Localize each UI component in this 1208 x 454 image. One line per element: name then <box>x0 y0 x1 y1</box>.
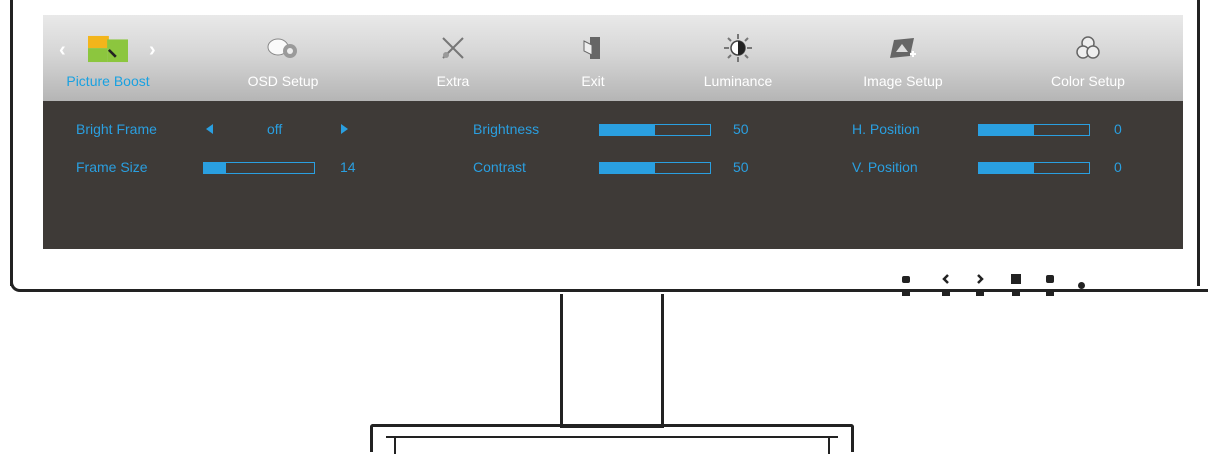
menu-label-color-setup: Color Setup <box>1051 73 1125 89</box>
monitor-stand-neck <box>560 294 664 428</box>
brightness-value: 50 <box>733 121 749 137</box>
color-setup-icon <box>1068 33 1108 63</box>
menu-button-icon[interactable] <box>1010 270 1022 300</box>
nav-right-icon[interactable]: › <box>149 39 156 62</box>
left-button-icon[interactable] <box>940 270 952 300</box>
menu-item-osd-setup[interactable]: OSD Setup <box>233 15 333 101</box>
frame-size-value: 14 <box>340 159 356 175</box>
monitor-bezel-right <box>1197 0 1200 286</box>
menu-label-image-setup: Image Setup <box>863 73 943 89</box>
monitor-bezel-left <box>10 0 13 286</box>
monitor-stand-foot <box>386 436 838 454</box>
power-led-icon <box>1078 282 1085 289</box>
h-position-label: H. Position <box>852 121 920 137</box>
bright-frame-label: Bright Frame <box>76 121 157 137</box>
osd-setup-icon <box>263 33 303 63</box>
h-position-value: 0 <box>1114 121 1122 137</box>
menu-item-extra[interactable]: Extra <box>413 15 493 101</box>
contrast-value: 50 <box>733 159 749 175</box>
menu-label-picture-boost: Picture Boost <box>66 73 150 89</box>
osd-menu-bar: ‹ › Picture Boost OSD Setup Extra Exit L… <box>43 15 1183 101</box>
menu-item-exit[interactable]: Exit <box>553 15 633 101</box>
menu-item-color-setup[interactable]: Color Setup <box>1033 15 1143 101</box>
luminance-icon <box>718 33 758 63</box>
menu-item-picture-boost[interactable]: ‹ › Picture Boost <box>53 15 163 101</box>
menu-label-luminance: Luminance <box>703 73 773 89</box>
v-position-label: V. Position <box>852 159 918 175</box>
exit-icon <box>573 33 613 63</box>
contrast-slider[interactable] <box>599 162 711 174</box>
v-position-slider[interactable] <box>978 162 1090 174</box>
extra-icon <box>433 33 473 63</box>
image-setup-icon <box>883 33 923 63</box>
menu-item-image-setup[interactable]: Image Setup <box>843 15 963 101</box>
osd-menu: ‹ › Picture Boost OSD Setup Extra Exit L… <box>43 15 1183 249</box>
bright-frame-right-arrow-icon[interactable] <box>341 124 348 134</box>
nav-left-icon[interactable]: ‹ <box>59 39 66 62</box>
monitor-bezel-bottom <box>10 282 1208 292</box>
power-button-icon[interactable] <box>900 270 912 300</box>
picture-boost-icon <box>88 34 128 64</box>
menu-label-osd-setup: OSD Setup <box>247 73 319 89</box>
menu-label-extra: Extra <box>436 73 470 89</box>
frame-size-label: Frame Size <box>76 159 148 175</box>
frame-size-slider[interactable] <box>203 162 315 174</box>
bright-frame-value[interactable]: off <box>267 121 282 137</box>
brightness-slider[interactable] <box>599 124 711 136</box>
bright-frame-left-arrow-icon[interactable] <box>206 124 213 134</box>
contrast-label: Contrast <box>473 159 526 175</box>
right-button-icon[interactable] <box>974 270 986 300</box>
menu-label-exit: Exit <box>581 73 605 89</box>
menu-item-luminance[interactable]: Luminance <box>683 15 793 101</box>
h-position-slider[interactable] <box>978 124 1090 136</box>
exit-button-icon[interactable] <box>1044 270 1056 300</box>
v-position-value: 0 <box>1114 159 1122 175</box>
brightness-label: Brightness <box>473 121 540 137</box>
